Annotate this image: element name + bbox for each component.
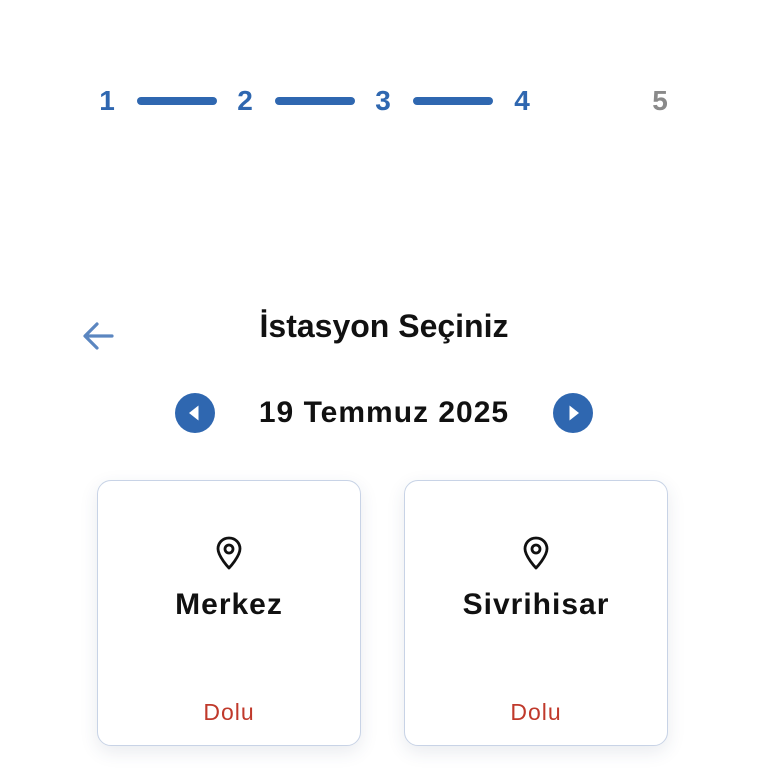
next-date-button[interactable] [553,393,593,433]
page-title: İstasyon Seçiniz [259,308,509,344]
step-1: 1 [99,85,115,116]
station-status: Dolu [510,699,562,725]
step-5: 5 [652,85,668,116]
station-selection-page: 1 2 3 4 5 İstasyon Seçiniz 19 Temmuz 202… [0,0,768,768]
step-connector-3-4 [413,97,493,105]
chevron-right-circle-icon [569,405,579,421]
step-3: 3 [375,85,391,116]
step-2: 2 [237,85,253,116]
progress-stepper: 1 2 3 4 5 [0,84,768,118]
step-4: 4 [514,85,530,116]
step-connector-2-3 [275,97,355,105]
chevron-left-circle-icon [189,405,199,421]
previous-date-button[interactable] [175,393,215,433]
station-card-sivrihisar[interactable]: Sivrihisar Dolu [404,480,668,746]
station-name: Sivrihisar [462,588,610,621]
station-status: Dolu [203,699,255,725]
selected-date: 19 Temmuz 2025 [258,396,510,429]
map-pin-icon [523,536,549,570]
map-pin-icon [216,536,242,570]
station-name: Merkez [175,588,283,621]
date-navigator: 19 Temmuz 2025 [0,392,768,434]
station-card-merkez[interactable]: Merkez Dolu [97,480,361,746]
step-connector-1-2 [137,97,217,105]
